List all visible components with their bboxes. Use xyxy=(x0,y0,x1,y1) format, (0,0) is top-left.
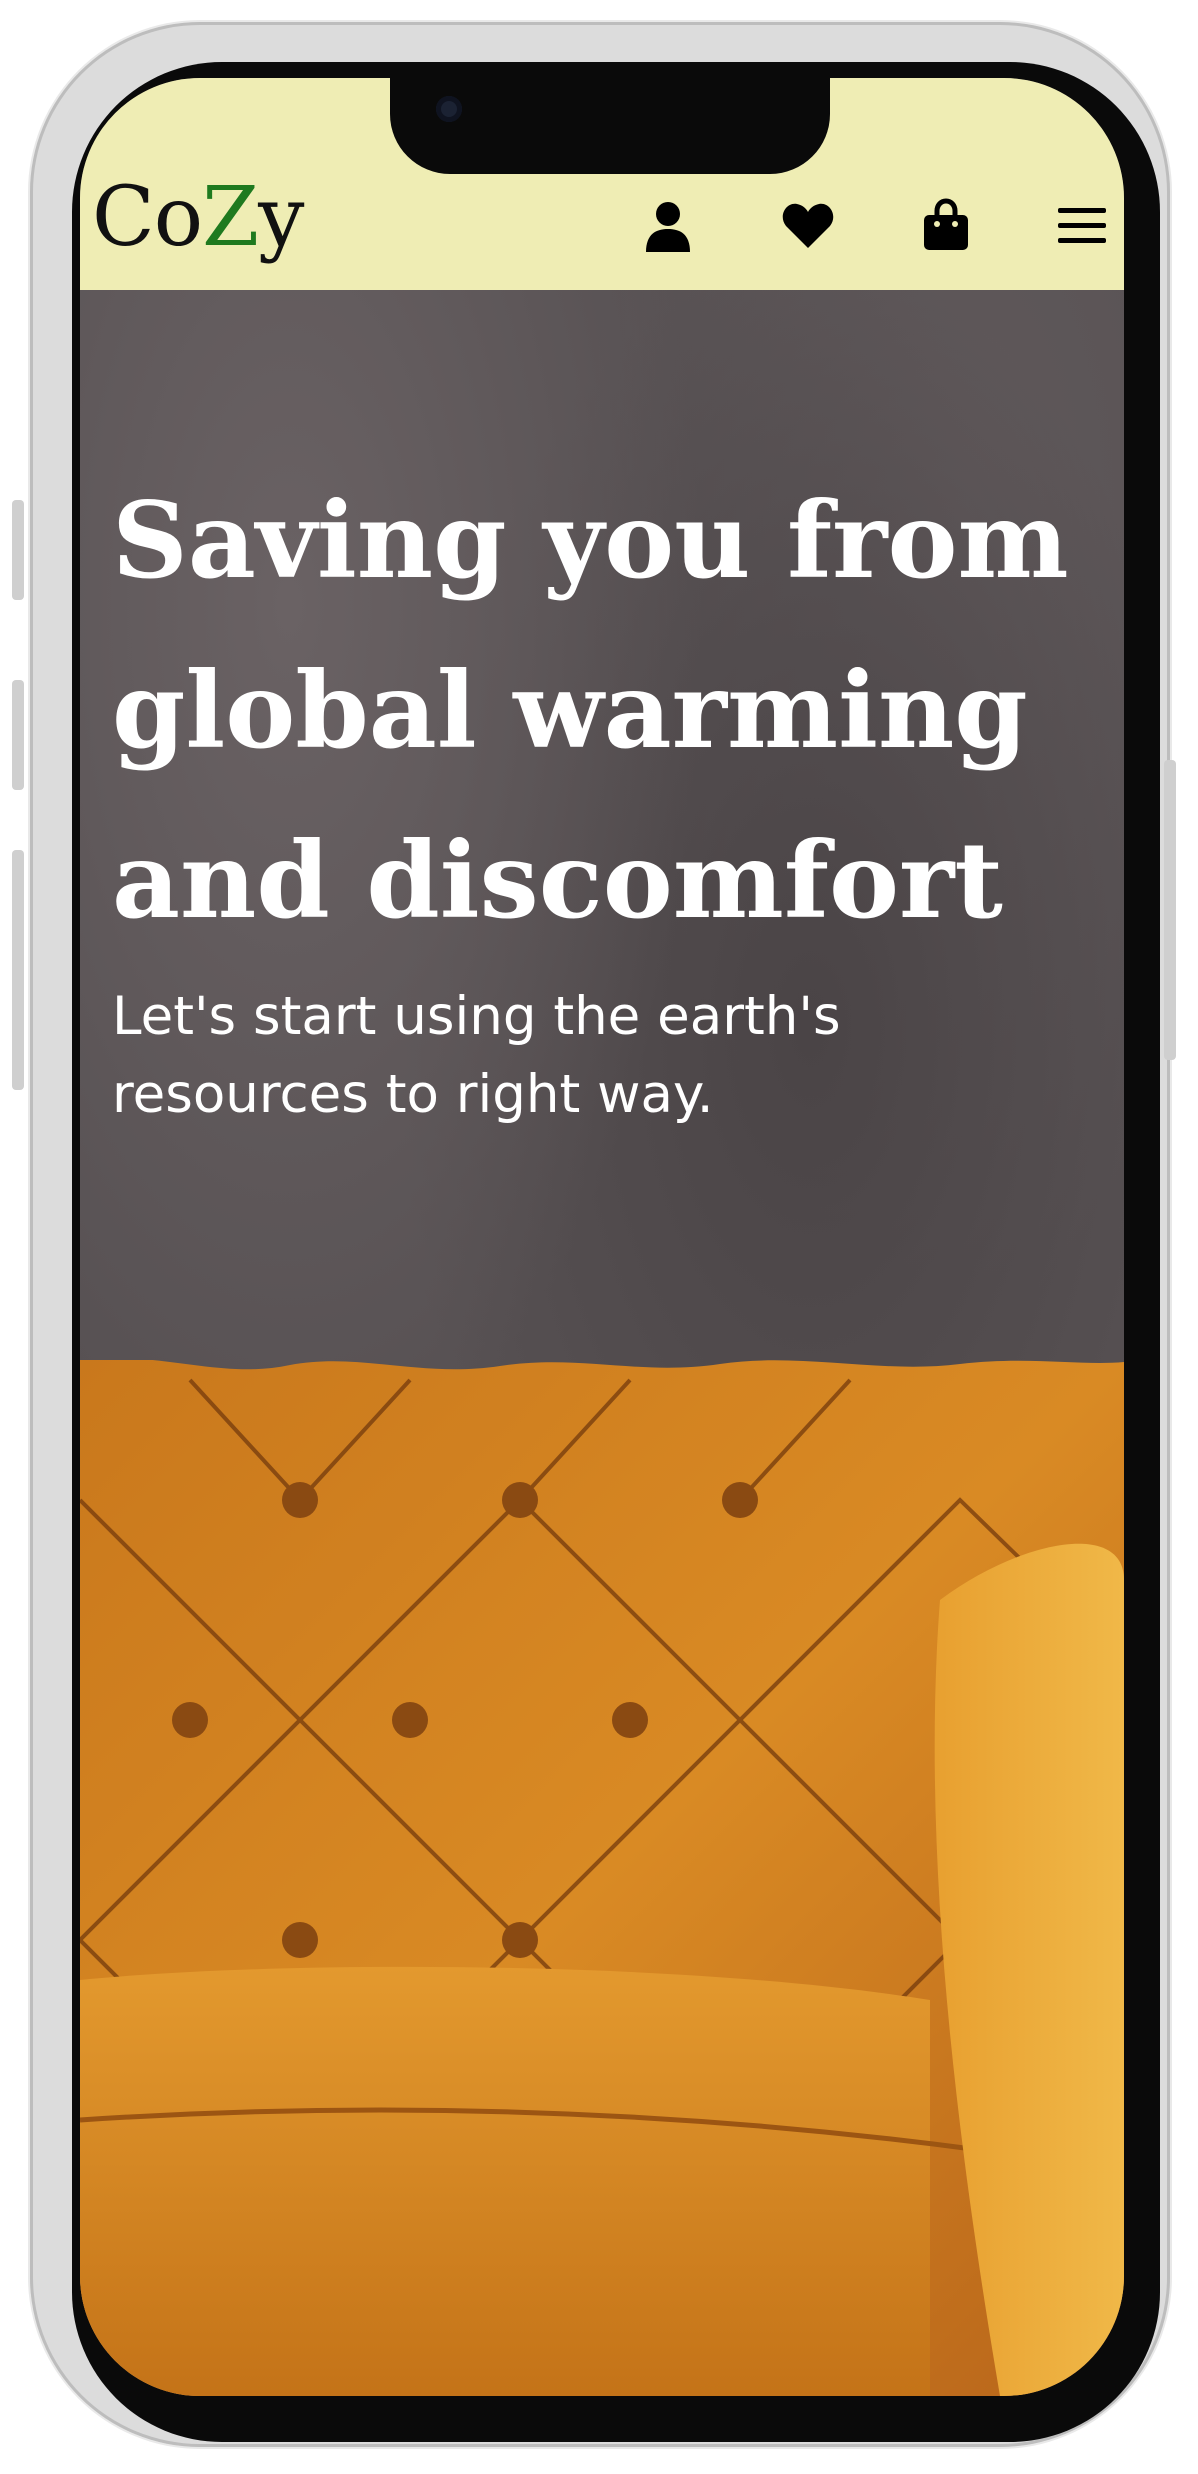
heart-icon xyxy=(782,203,834,248)
sofa-image xyxy=(80,1360,1124,2396)
logo-prefix: Co xyxy=(92,170,203,265)
wishlist-button[interactable] xyxy=(780,198,836,254)
account-button[interactable] xyxy=(640,198,696,254)
user-icon xyxy=(646,202,690,252)
hero-subline: Let's start using the earth's resources … xyxy=(112,986,841,1125)
menu-button[interactable] xyxy=(1054,198,1110,254)
brand-logo[interactable]: CoZy xyxy=(92,170,304,265)
logo-suffix: y xyxy=(258,170,304,265)
volume-up-button xyxy=(12,680,24,790)
menu-icon xyxy=(1058,208,1106,243)
hero-section: Saving you from global warming and disco… xyxy=(80,290,1124,2396)
camera-icon xyxy=(436,96,462,122)
power-button xyxy=(1164,760,1176,1060)
shopping-bag-icon xyxy=(924,198,968,250)
phone-screen: CoZy Saving you from global warming and … xyxy=(80,78,1124,2396)
logo-accent: Z xyxy=(202,170,259,265)
volume-down-button xyxy=(12,850,24,1090)
notch xyxy=(390,78,830,174)
hero-headline: Saving you from global warming and disco… xyxy=(112,478,1069,942)
mute-switch xyxy=(12,500,24,600)
cart-button[interactable] xyxy=(918,198,974,254)
